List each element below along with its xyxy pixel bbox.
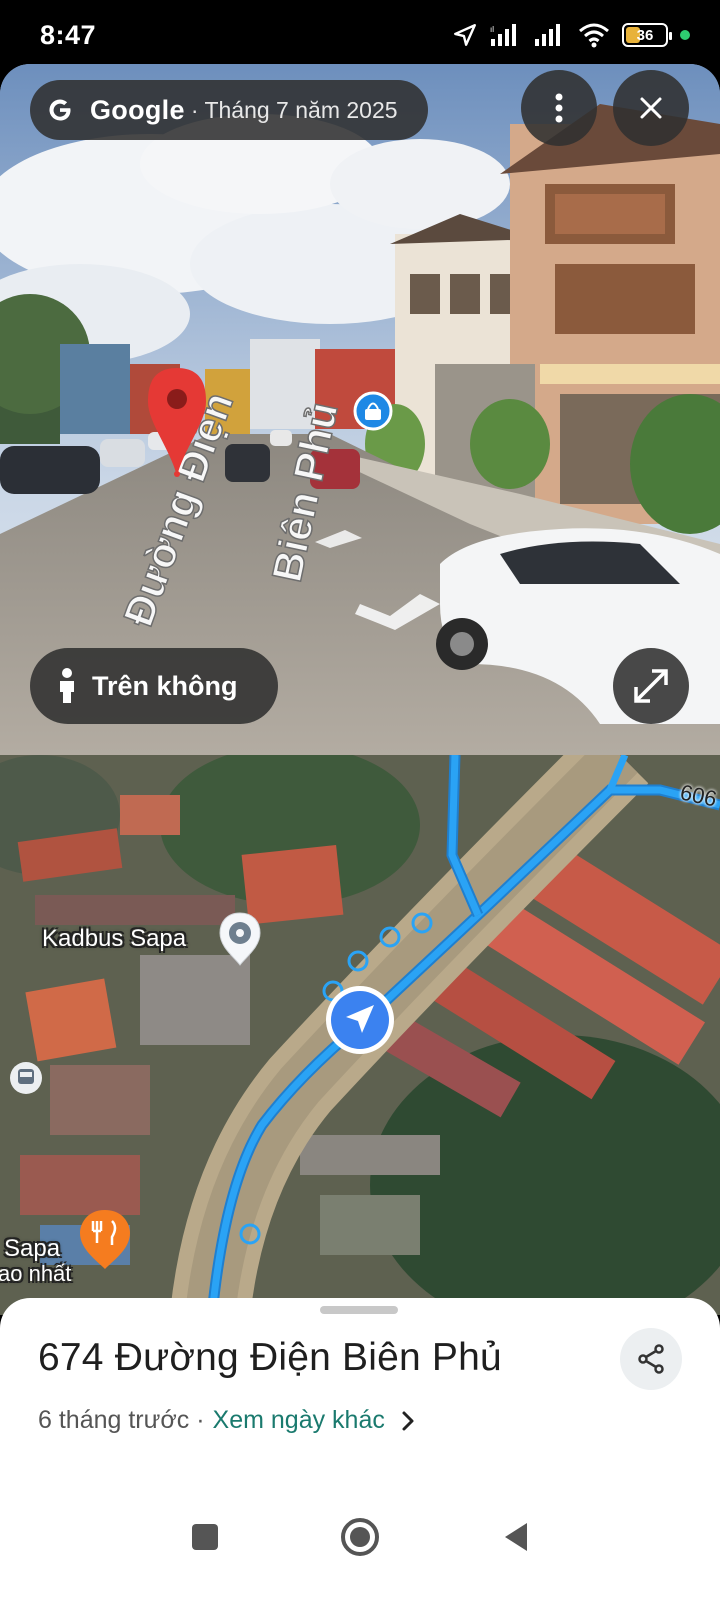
- close-button[interactable]: [613, 70, 689, 146]
- back-triangle-icon: [505, 1523, 527, 1551]
- home-button[interactable]: [325, 1502, 395, 1572]
- recent-apps-button[interactable]: [170, 1502, 240, 1572]
- shopping-bag-icon: [353, 391, 393, 431]
- drag-handle[interactable]: [320, 1306, 398, 1314]
- signal-icon: ıl: [490, 24, 516, 46]
- location-arrow-icon: [454, 24, 476, 46]
- share-icon: [638, 1344, 664, 1374]
- street-view-panel[interactable]: Đường Điện Biên Phủ Google · Tháng 7 năm…: [0, 64, 720, 756]
- system-nav-bar: [0, 1480, 720, 1601]
- current-location-icon[interactable]: [326, 986, 394, 1054]
- other-dates-link[interactable]: Xem ngày khác: [213, 1406, 385, 1435]
- battery-icon: 36: [622, 23, 672, 47]
- aerial-view-label: Trên không: [92, 670, 238, 701]
- google-g-icon: [49, 99, 71, 121]
- chevron-right-icon[interactable]: [401, 1410, 415, 1432]
- status-time: 8:47: [40, 20, 97, 50]
- capture-date: · Tháng 7 năm 2025: [190, 96, 398, 123]
- time-ago: 6 tháng trước ·: [38, 1406, 205, 1434]
- capture-date-row: 6 tháng trước · Xem ngày khác: [38, 1406, 415, 1435]
- back-button[interactable]: [481, 1502, 551, 1572]
- home-circle-icon: [341, 1518, 379, 1556]
- place-title: 674 Đường Điện Biên Phủ: [38, 1336, 502, 1379]
- expand-icon: [634, 669, 668, 703]
- street-view-title-pill: Google · Tháng 7 năm 2025: [30, 80, 428, 140]
- satellite-map-image: [0, 755, 720, 1315]
- wifi-icon: [579, 23, 609, 48]
- status-bar: 8:47 ıl 36: [0, 0, 720, 68]
- bus-stop-icon[interactable]: [10, 1062, 42, 1094]
- person-icon: [60, 668, 74, 703]
- poi-label-sapa[interactable]: Sapa: [4, 1235, 60, 1263]
- poi-label-kadbus[interactable]: Kadbus Sapa: [42, 925, 186, 953]
- svg-text:ıl: ıl: [490, 25, 494, 34]
- status-icons: ıl 36: [452, 20, 690, 50]
- signal-icon-2: [535, 24, 560, 46]
- square-icon: [192, 1524, 218, 1550]
- privacy-indicator-dot: [680, 30, 690, 40]
- street-view-brand: Google: [90, 94, 185, 125]
- poi-label-sapa-sub: ao nhất: [0, 1261, 72, 1286]
- more-vert-icon: [555, 93, 563, 123]
- expand-button[interactable]: [613, 648, 689, 724]
- screen: 8:47 ıl 36 Đường Điện Biên Phủ Google · …: [0, 0, 720, 1601]
- satellite-map[interactable]: Kadbus Sapa Sapa ao nhất 606: [0, 755, 720, 1315]
- battery-level: 36: [636, 26, 654, 44]
- more-options-button[interactable]: [521, 70, 597, 146]
- close-icon: [640, 97, 662, 119]
- aerial-view-button[interactable]: Trên không: [30, 648, 278, 724]
- share-button[interactable]: [620, 1328, 682, 1390]
